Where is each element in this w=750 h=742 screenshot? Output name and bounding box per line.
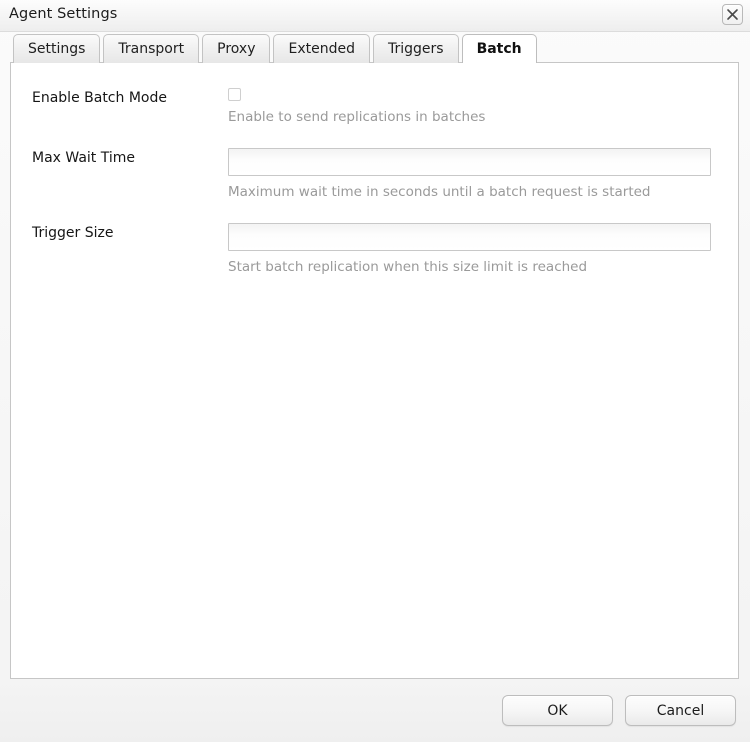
tab-settings[interactable]: Settings — [13, 34, 101, 63]
tab-proxy[interactable]: Proxy — [202, 34, 271, 63]
trigger-size-input[interactable] — [228, 223, 711, 251]
ok-button[interactable]: OK — [502, 695, 613, 726]
batch-tab-panel: Enable Batch Mode Enable to send replica… — [10, 62, 739, 679]
row-spacer — [11, 126, 738, 148]
close-icon — [723, 5, 742, 24]
enable-batch-mode-label: Enable Batch Mode — [32, 90, 167, 106]
tab-label: Batch — [476, 41, 522, 57]
trigger-size-field: Start batch replication when this size l… — [228, 223, 738, 276]
form-row-max-wait-time: Max Wait Time Maximum wait time in secon… — [11, 148, 738, 201]
tab-triggers[interactable]: Triggers — [372, 34, 459, 63]
tab-label: Settings — [28, 41, 86, 57]
enable-batch-mode-hint: Enable to send replications in batches — [228, 109, 486, 125]
max-wait-time-input[interactable] — [228, 148, 711, 176]
dialog-footer: OK Cancel — [0, 679, 750, 742]
batch-settings-form: Enable Batch Mode Enable to send replica… — [11, 63, 738, 276]
max-wait-time-hint: Maximum wait time in seconds until a bat… — [228, 184, 651, 200]
title-bar: Agent Settings — [0, 0, 750, 32]
agent-settings-dialog: Agent Settings Settings Transport Proxy … — [0, 0, 750, 742]
enable-batch-mode-checkbox[interactable] — [228, 88, 241, 101]
trigger-size-hint: Start batch replication when this size l… — [228, 259, 588, 275]
tab-batch[interactable]: Batch — [461, 34, 537, 63]
form-row-enable-batch-mode: Enable Batch Mode Enable to send replica… — [11, 88, 738, 126]
row-spacer — [11, 201, 738, 223]
window-title: Agent Settings — [9, 6, 118, 22]
cancel-button[interactable]: Cancel — [625, 695, 736, 726]
form-row-trigger-size: Trigger Size Start batch replication whe… — [11, 223, 738, 276]
tab-label: Triggers — [387, 41, 444, 57]
tab-label: Proxy — [217, 41, 256, 57]
tab-bar: Settings Transport Proxy Extended Trigge… — [0, 32, 750, 63]
max-wait-time-label: Max Wait Time — [32, 150, 136, 166]
tab-label: Transport — [118, 41, 185, 57]
tab-label: Extended — [288, 41, 355, 57]
tab-extended[interactable]: Extended — [273, 34, 370, 63]
close-button[interactable] — [722, 4, 743, 25]
max-wait-time-field: Maximum wait time in seconds until a bat… — [228, 148, 738, 201]
trigger-size-label: Trigger Size — [32, 225, 114, 241]
tab-transport[interactable]: Transport — [103, 34, 200, 63]
enable-batch-mode-field: Enable to send replications in batches — [228, 88, 738, 126]
